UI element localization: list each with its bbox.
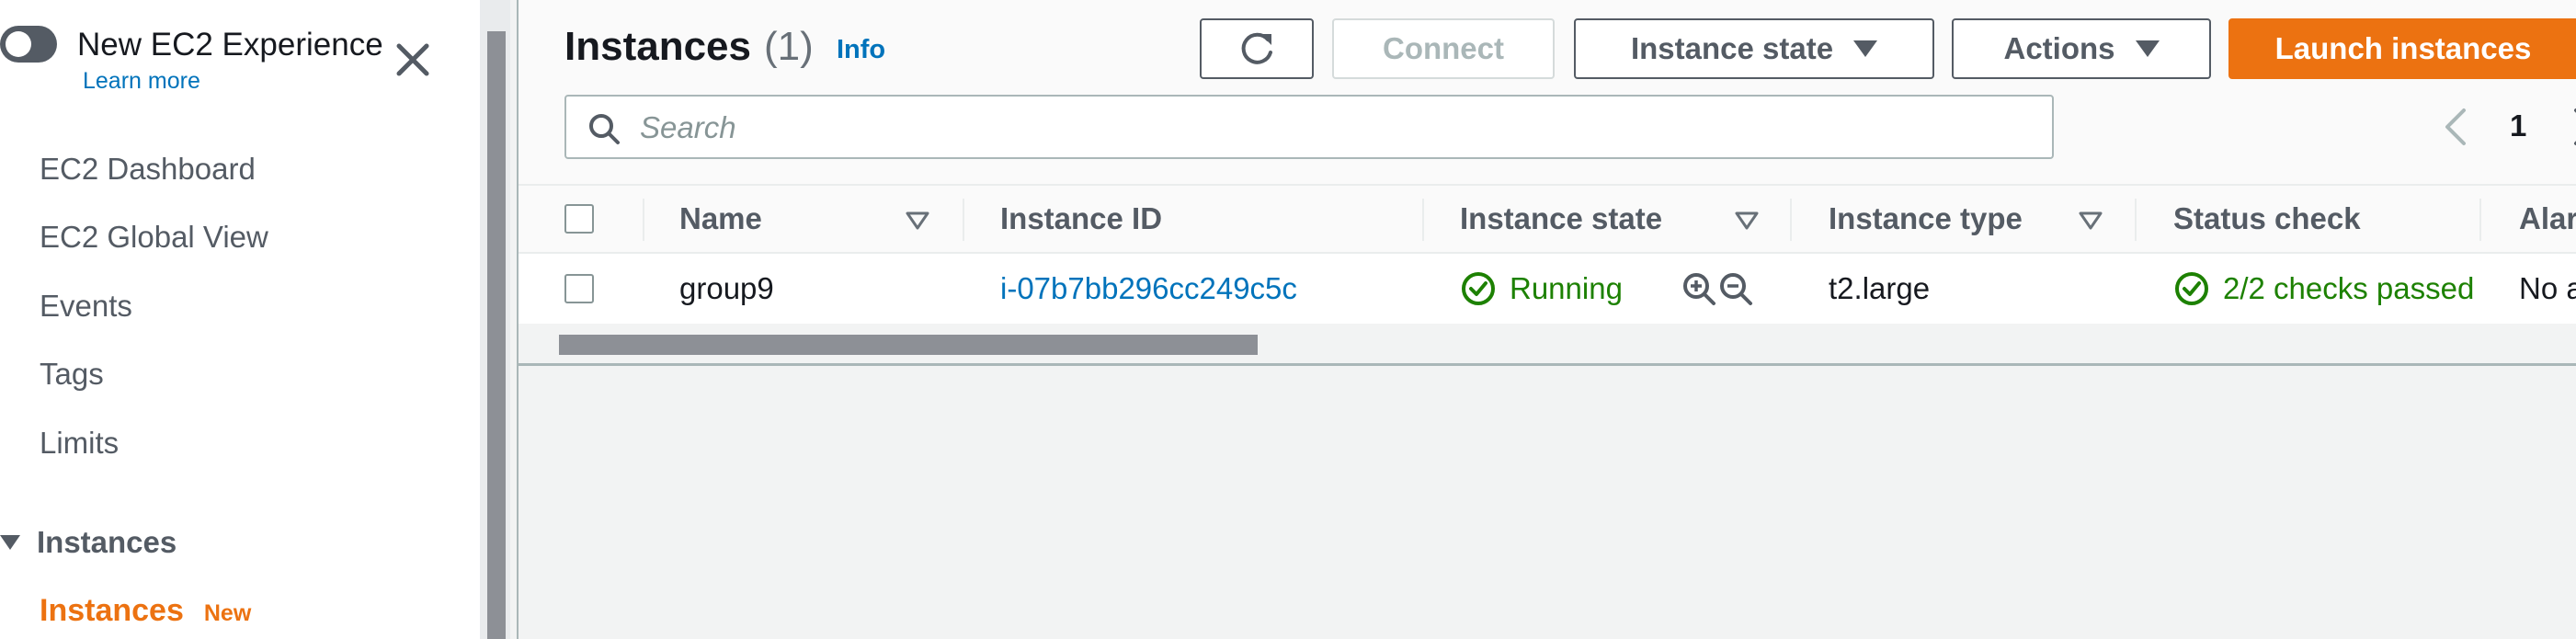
column-header-name[interactable]: Name xyxy=(679,186,762,252)
column-header-instance-type[interactable]: Instance type xyxy=(1829,186,2023,252)
sidebar-item-ec2-global-view[interactable]: EC2 Global View xyxy=(40,219,268,256)
page-title: Instances (1) xyxy=(564,22,814,72)
sidebar-item-instances[interactable]: Instances New xyxy=(40,593,251,629)
table-scrollbar-thumb[interactable] xyxy=(559,335,1258,355)
instances-header: Instances (1) Info Connect Instance state… xyxy=(519,0,2576,184)
chevron-left-icon[interactable] xyxy=(2440,103,2471,151)
table-header: Name Instance ID Instance state Instance… xyxy=(519,184,2576,254)
sidebar-item-limits[interactable]: Limits xyxy=(40,425,119,462)
sidebar-section-label: Instances xyxy=(37,525,177,559)
column-header-alarm-status[interactable]: Alar xyxy=(2519,186,2576,252)
column-divider[interactable] xyxy=(963,199,964,241)
column-divider[interactable] xyxy=(2479,199,2481,241)
caret-down-icon xyxy=(0,535,20,550)
column-header-status-check[interactable]: Status check xyxy=(2173,186,2361,252)
sidebar-item-label: Instances xyxy=(40,593,184,628)
sidebar-item-tags[interactable]: Tags xyxy=(40,356,104,393)
experience-title: New EC2 Experience xyxy=(77,27,383,63)
chevron-right-icon[interactable] xyxy=(2570,103,2576,151)
pagination-current-page[interactable]: 1 xyxy=(2510,108,2526,143)
cell-name: group9 xyxy=(679,271,774,305)
state-text: Running xyxy=(1510,271,1623,305)
zoom-controls xyxy=(1681,254,1754,324)
learn-more-link[interactable]: Learn more xyxy=(83,68,200,95)
instance-state-dropdown-label: Instance state xyxy=(1630,31,1834,65)
cell-status-check: 2/2 checks passed xyxy=(2173,254,2477,324)
table-horizontal-scrollbar[interactable] xyxy=(519,324,2576,366)
close-icon[interactable] xyxy=(390,37,436,83)
launch-instances-button[interactable]: Launch instances xyxy=(2228,18,2576,79)
column-header-instance-state[interactable]: Instance state xyxy=(1460,186,1662,252)
instance-count: (1) xyxy=(763,24,814,69)
search-input[interactable] xyxy=(638,104,2021,152)
actions-dropdown[interactable]: Actions xyxy=(1952,18,2211,79)
caret-down-icon xyxy=(1853,40,1878,57)
column-divider[interactable] xyxy=(643,199,644,241)
column-divider[interactable] xyxy=(1422,199,1424,241)
status-check-text: 2/2 checks passed xyxy=(2223,271,2475,305)
refresh-icon xyxy=(1241,32,1272,64)
row-select-cell xyxy=(564,254,594,324)
sort-icon[interactable] xyxy=(1734,208,1760,234)
search-bar[interactable] xyxy=(564,95,2054,159)
refresh-button[interactable] xyxy=(1200,18,1314,79)
sidebar: New EC2 Experience Learn more EC2 Dashbo… xyxy=(0,0,480,639)
zoom-out-icon[interactable] xyxy=(1717,270,1754,307)
page-title-text: Instances xyxy=(564,24,751,69)
sort-icon[interactable] xyxy=(2078,208,2103,234)
cell-alarm-status: No a xyxy=(2519,271,2576,305)
info-link[interactable]: Info xyxy=(837,35,885,65)
select-all-checkbox[interactable] xyxy=(564,204,594,234)
sidebar-section-instances[interactable]: Instances xyxy=(0,524,177,561)
connect-button[interactable]: Connect xyxy=(1332,18,1555,79)
actions-dropdown-label: Actions xyxy=(2003,31,2115,65)
zoom-in-icon[interactable] xyxy=(1681,270,1717,307)
select-all-cell xyxy=(564,186,594,252)
search-icon xyxy=(589,114,620,144)
instance-id-link[interactable]: i-07b7bb296cc249c5c xyxy=(1000,254,1297,324)
main-panel: Instances (1) Info Connect Instance state… xyxy=(517,0,2576,639)
new-experience-toggle[interactable] xyxy=(0,26,57,63)
sort-icon[interactable] xyxy=(905,208,930,234)
check-circle-icon xyxy=(2175,272,2208,305)
cell-instance-state: Running xyxy=(1460,254,1623,324)
sidebar-item-ec2-dashboard[interactable]: EC2 Dashboard xyxy=(40,151,256,188)
toggle-knob xyxy=(6,31,31,57)
check-circle-icon xyxy=(1462,272,1495,305)
column-divider[interactable] xyxy=(1790,199,1792,241)
new-badge: New xyxy=(203,600,252,626)
table-row[interactable]: group9 i-07b7bb296cc249c5c Running t2.la… xyxy=(519,254,2576,324)
row-checkbox[interactable] xyxy=(564,274,594,303)
instance-state-dropdown[interactable]: Instance state xyxy=(1574,18,1934,79)
cell-instance-type: t2.large xyxy=(1829,271,1931,305)
column-header-instance-id[interactable]: Instance ID xyxy=(1000,186,1162,252)
column-divider[interactable] xyxy=(2135,199,2137,241)
sidebar-item-events[interactable]: Events xyxy=(40,288,132,325)
caret-down-icon xyxy=(2135,40,2160,57)
sidebar-scrollbar-thumb[interactable] xyxy=(487,31,506,639)
